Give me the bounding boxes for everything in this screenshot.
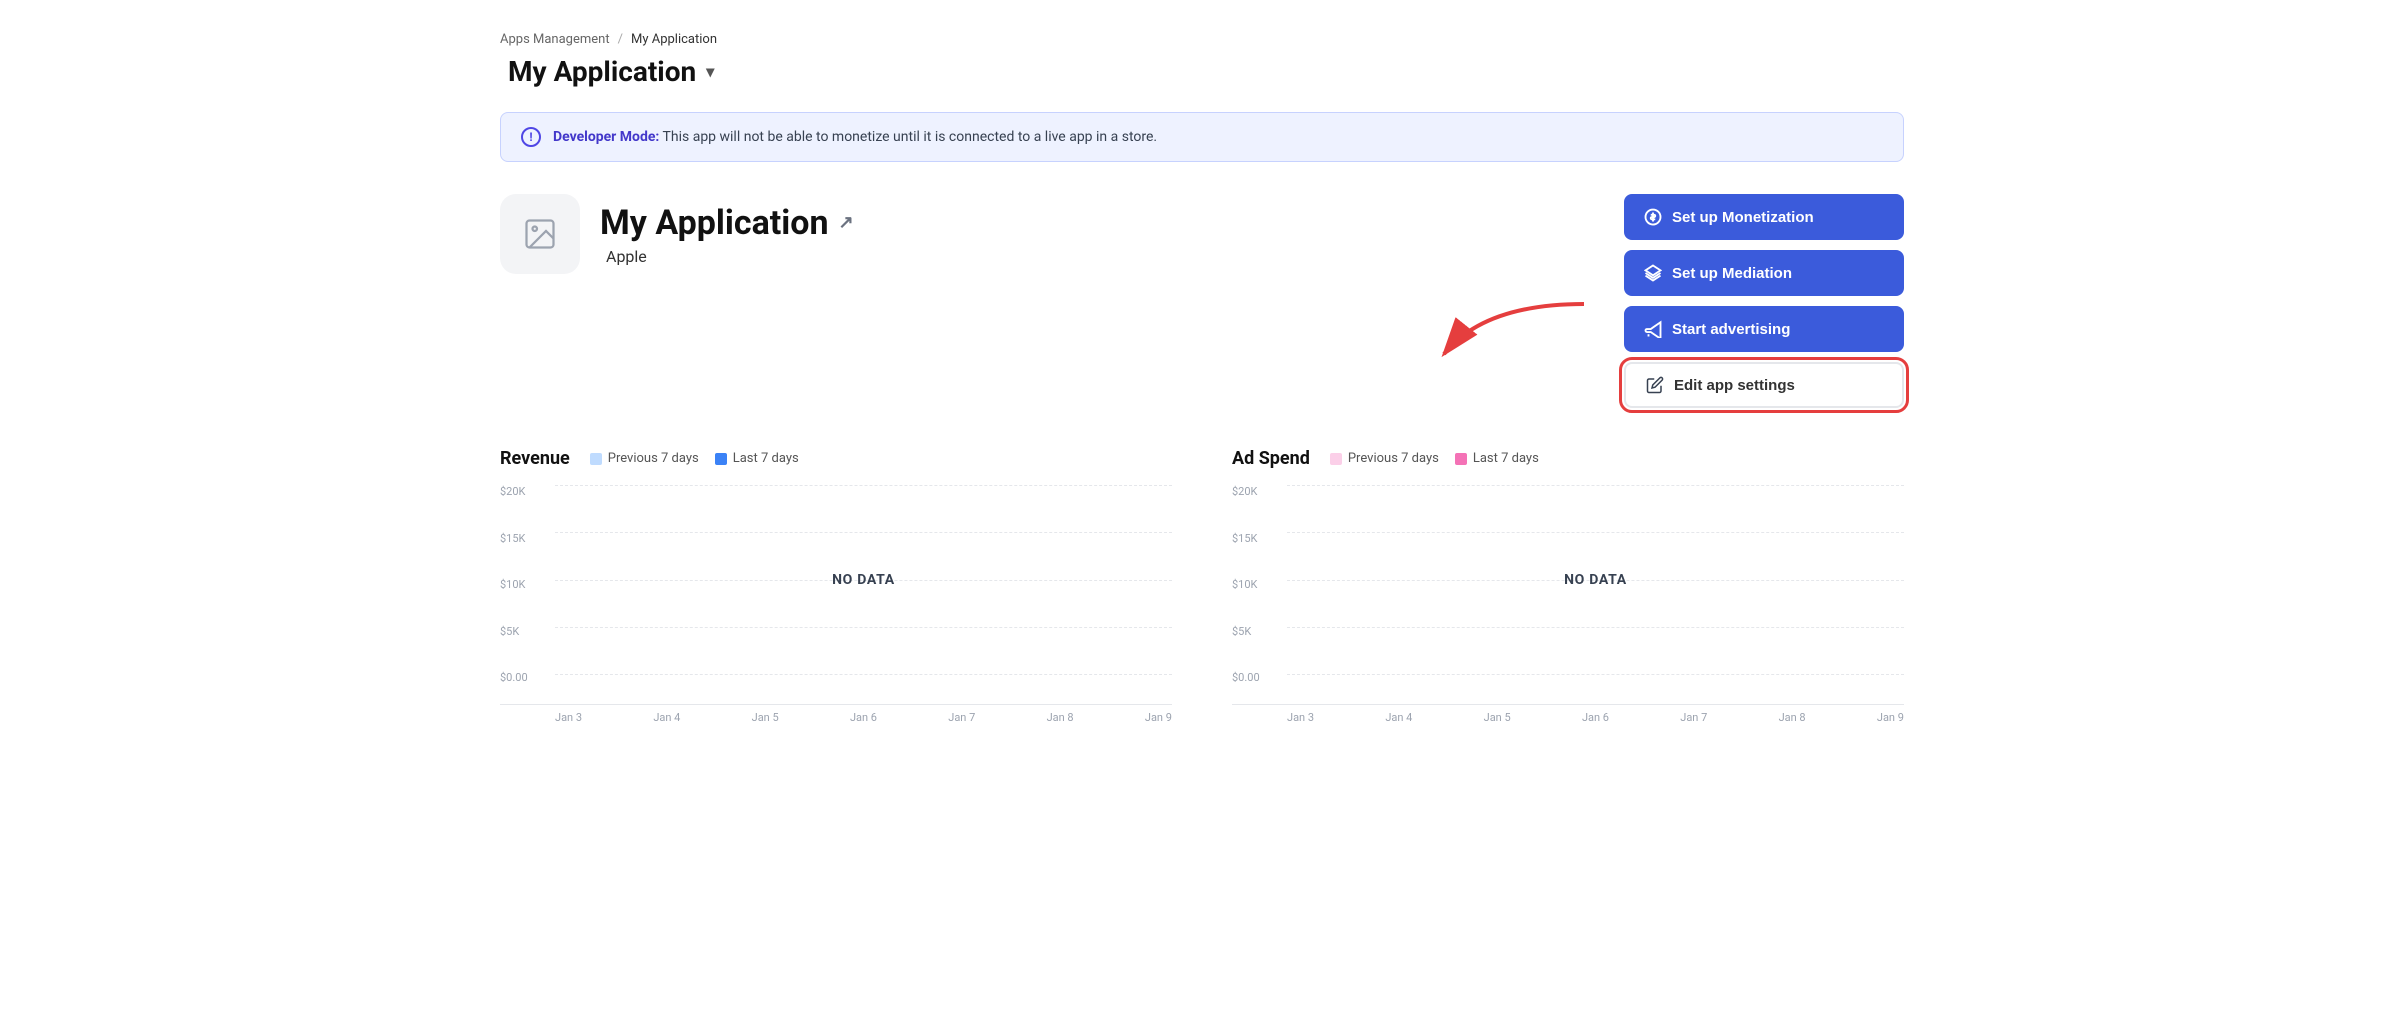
info-icon: ! [521, 127, 541, 147]
advertising-button-label: Start advertising [1672, 321, 1790, 338]
adspend-chart-grid: NO DATA [1287, 485, 1904, 674]
setup-mediation-button[interactable]: Set up Mediation [1624, 250, 1904, 296]
edit-app-settings-button[interactable]: Edit app settings [1624, 362, 1904, 408]
chevron-down-icon[interactable]: ▾ [706, 62, 714, 81]
megaphone-icon [1644, 320, 1662, 338]
breadcrumb: Apps Management / My Application [500, 32, 1904, 47]
grid-line [555, 532, 1172, 533]
grid-line [1287, 674, 1904, 675]
revenue-x-labels: Jan 3 Jan 4 Jan 5 Jan 6 Jan 7 Jan 8 Jan … [500, 711, 1172, 724]
grid-line [555, 674, 1172, 675]
dollar-icon [1644, 208, 1662, 226]
adspend-legend-last: Last 7 days [1455, 451, 1539, 466]
breadcrumb-parent[interactable]: Apps Management [500, 32, 610, 47]
revenue-prev-label: Previous 7 days [608, 451, 699, 466]
breadcrumb-current: My Application [631, 32, 717, 47]
revenue-chart: Revenue Previous 7 days Last 7 days $20K… [500, 448, 1172, 724]
grid-line [555, 485, 1172, 486]
adspend-prev-label: Previous 7 days [1348, 451, 1439, 466]
revenue-chart-area: $20K $15K $10K $5K $0.00 NO DATA [500, 485, 1172, 705]
app-icon [500, 194, 580, 274]
adspend-prev-dot [1330, 453, 1342, 465]
banner-message: This app will not be able to monetize un… [663, 129, 1158, 145]
monetization-button-label: Set up Monetization [1672, 209, 1814, 226]
adspend-no-data: NO DATA [1564, 572, 1627, 588]
app-name-text: My Application [600, 203, 829, 243]
grid-line [555, 627, 1172, 628]
revenue-no-data: NO DATA [832, 572, 895, 588]
layers-icon [1644, 264, 1662, 282]
adspend-legend: Previous 7 days Last 7 days [1330, 451, 1539, 466]
app-name-block: My Application ↗ Apple [600, 203, 854, 266]
adspend-chart-header: Ad Spend Previous 7 days Last 7 days [1232, 448, 1904, 469]
action-buttons-container: Set up Monetization Set up Mediation [1624, 194, 1904, 408]
adspend-y-labels: $20K $15K $10K $5K $0.00 [1232, 485, 1282, 684]
charts-section: Revenue Previous 7 days Last 7 days $20K… [500, 448, 1904, 724]
revenue-last-label: Last 7 days [733, 451, 799, 466]
grid-line [1287, 485, 1904, 486]
grid-line [1287, 532, 1904, 533]
adspend-x-labels: Jan 3 Jan 4 Jan 5 Jan 6 Jan 7 Jan 8 Jan … [1232, 711, 1904, 724]
revenue-y-labels: $20K $15K $10K $5K $0.00 [500, 485, 550, 684]
page-title-text: My Application [508, 55, 696, 88]
start-advertising-button[interactable]: Start advertising [1624, 306, 1904, 352]
app-info: My Application ↗ Apple [500, 194, 854, 274]
adspend-chart: Ad Spend Previous 7 days Last 7 days $20… [1232, 448, 1904, 724]
adspend-legend-prev: Previous 7 days [1330, 451, 1439, 466]
setup-monetization-button[interactable]: Set up Monetization [1624, 194, 1904, 240]
action-buttons: Set up Monetization Set up Mediation [1624, 194, 1904, 408]
external-link-icon[interactable]: ↗ [839, 212, 854, 233]
edit-icon [1646, 376, 1664, 394]
breadcrumb-separator: / [618, 32, 623, 47]
revenue-legend-prev: Previous 7 days [590, 451, 699, 466]
revenue-legend-last: Last 7 days [715, 451, 799, 466]
image-placeholder-icon [522, 216, 558, 252]
adspend-last-dot [1455, 453, 1467, 465]
app-header: My Application ↗ Apple [500, 194, 1904, 408]
adspend-last-label: Last 7 days [1473, 451, 1539, 466]
grid-line [1287, 627, 1904, 628]
adspend-chart-title: Ad Spend [1232, 448, 1310, 469]
banner-text: Developer Mode: This app will not be abl… [553, 129, 1157, 145]
revenue-chart-title: Revenue [500, 448, 570, 469]
page-title[interactable]: My Application ▾ [500, 55, 714, 88]
banner-bold: Developer Mode: [553, 129, 659, 145]
revenue-legend: Previous 7 days Last 7 days [590, 451, 799, 466]
annotation-arrow [1424, 294, 1624, 414]
app-platform-text: Apple [606, 247, 647, 266]
page-title-row: My Application ▾ [500, 55, 1904, 88]
app-platform: Apple [600, 247, 854, 266]
app-name: My Application ↗ [600, 203, 854, 243]
mediation-button-label: Set up Mediation [1672, 265, 1792, 282]
revenue-chart-grid: NO DATA [555, 485, 1172, 674]
revenue-chart-header: Revenue Previous 7 days Last 7 days [500, 448, 1172, 469]
adspend-chart-area: $20K $15K $10K $5K $0.00 NO DATA [1232, 485, 1904, 705]
revenue-prev-dot [590, 453, 602, 465]
developer-mode-banner: ! Developer Mode: This app will not be a… [500, 112, 1904, 162]
edit-settings-button-label: Edit app settings [1674, 377, 1795, 394]
revenue-last-dot [715, 453, 727, 465]
